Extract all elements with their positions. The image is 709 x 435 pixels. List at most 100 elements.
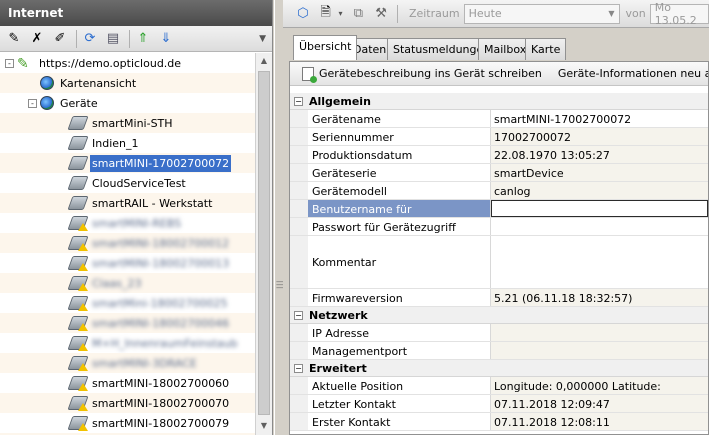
copy-icon[interactable]: ⧉ — [348, 5, 368, 23]
row-gutter — [290, 289, 308, 306]
collapse-toggle-icon[interactable]: − — [294, 363, 303, 373]
pane-splitter[interactable]: — — — — [274, 0, 284, 435]
tree-item[interactable]: smartMINI-18002700079 — [0, 413, 256, 433]
device-icon — [67, 196, 89, 210]
property-row: Gerätename smartMINI-17002700072 — [290, 110, 708, 128]
connect-icon[interactable]: ⬡ — [293, 5, 313, 23]
tree-item-label: M+H_InnenraumFeinstaub — [92, 336, 238, 350]
toolbar-divider — [129, 29, 130, 48]
tree-item-label: Claas_23 — [92, 276, 142, 290]
reload-info-label: Geräte-Informationen neu anf — [557, 67, 708, 80]
section-title: Allgemein — [309, 94, 371, 108]
write-description-button[interactable]: Gerätebeschreibung ins Gerät schreiben — [296, 64, 548, 84]
property-name: IP Adresse — [308, 324, 491, 341]
new-doc-dropdown-icon[interactable]: ▾ — [338, 9, 342, 18]
row-gutter — [290, 164, 308, 181]
export-icon[interactable]: ▤ — [103, 30, 123, 48]
tab-karte[interactable]: Karte — [525, 38, 567, 60]
remove-device-icon[interactable]: ✗ — [27, 30, 47, 48]
toolbar-overflow-icon[interactable]: ▼ — [259, 34, 266, 44]
tree-item-label: Kartenansicht — [60, 76, 137, 90]
property-row: Letzter Kontakt 07.11.2018 12:09:47 — [290, 395, 708, 413]
tree-item[interactable]: smartMINI-18002700060 — [0, 373, 256, 393]
property-value: 17002700072 — [491, 128, 708, 145]
toolbar-divider — [396, 4, 398, 23]
property-value[interactable] — [491, 218, 708, 235]
section-header[interactable]: − Netzwerk — [290, 307, 708, 324]
property-row: Geräteserie smartDevice — [290, 164, 708, 182]
row-gutter — [290, 342, 308, 359]
tree-item[interactable]: Indien_1 — [0, 133, 256, 153]
tree-item[interactable]: - ✎ https://demo.opticloud.de — [0, 53, 256, 73]
warning-icon — [78, 263, 88, 271]
property-value[interactable]: smartMINI-17002700072 — [491, 110, 708, 127]
tree-scrollbar[interactable]: ▲ ▼ — [255, 53, 272, 435]
collapse-toggle-icon[interactable]: − — [294, 310, 303, 320]
von-date-field[interactable]: Mo 13.05.2 — [649, 1, 709, 27]
tree-item-label: smartRAIL - Werkstatt — [92, 196, 213, 210]
collapse-toggle-icon[interactable]: - — [28, 98, 37, 108]
property-value: 07.11.2018 12:08:11 — [491, 413, 708, 430]
add-device-icon[interactable]: ✎ — [4, 30, 24, 48]
tree-item[interactable]: smartMINI-18002700046 — [0, 313, 256, 333]
edit-device-icon[interactable]: ✐ — [50, 30, 70, 48]
property-value — [491, 342, 708, 359]
tree-item[interactable]: smartMini-STH — [0, 113, 256, 133]
section-header[interactable]: − Allgemein — [290, 93, 708, 110]
tree-item[interactable]: smartMINI-18002700013 — [0, 253, 256, 273]
tree-item[interactable]: smartRAIL - Werkstatt — [0, 193, 256, 213]
property-value[interactable] — [491, 200, 708, 217]
property-value: Longitude: 0,000000 Latitude: 0,000000 — [491, 377, 708, 406]
new-doc-icon[interactable]: 🗎 — [316, 5, 336, 23]
zeitraum-label: Zeitraum — [408, 7, 460, 20]
warning-icon — [78, 303, 88, 311]
device-tree: - ✎ https://demo.opticloud.de Kartenansicht… — [0, 53, 256, 435]
tree-item-label: smartMINI-REBS — [92, 216, 182, 230]
tree-item-label: smartMINI-3DRACE — [92, 356, 197, 370]
write-description-label: Gerätebeschreibung ins Gerät schreiben — [319, 67, 542, 80]
tree-item[interactable]: M+H_InnenraumFeinstaub — [0, 333, 256, 353]
tree-item[interactable]: smartMini-18002700025 — [0, 293, 256, 313]
scroll-up-icon[interactable]: ▲ — [256, 53, 272, 70]
collapse-toggle-icon[interactable]: - — [5, 58, 14, 68]
property-name: Letzter Kontakt — [308, 395, 491, 412]
tree-item[interactable]: Kartenansicht — [0, 73, 256, 93]
reload-info-button[interactable]: Geräte-Informationen neu anf — [552, 64, 708, 84]
tree-item[interactable]: smartMINI-18002700012 — [0, 233, 256, 253]
warning-icon — [78, 283, 88, 291]
tree-item-label: smartMINI-17002700072 — [90, 154, 232, 172]
collapse-toggle-icon[interactable]: − — [294, 96, 303, 106]
tree-item[interactable]: Claas_23 — [0, 273, 256, 293]
row-gutter — [290, 413, 308, 430]
scroll-down-icon[interactable]: ▼ — [256, 418, 272, 435]
tree-item[interactable]: - Geräte — [0, 93, 256, 113]
tree-item[interactable]: CloudServiceTest — [0, 173, 256, 193]
zeitraum-select[interactable]: Heute ▼ — [463, 3, 620, 24]
warning-icon — [78, 423, 88, 431]
tools-icon[interactable]: ⚒ — [371, 5, 391, 23]
row-gutter — [290, 324, 308, 341]
tree-item[interactable]: smartMINI-REBS — [0, 213, 256, 233]
move-up-icon[interactable]: ⇑ — [133, 30, 153, 48]
tree-item-label: Indien_1 — [92, 136, 139, 150]
property-row: Firmwareversion 5.21 (06.11.18 18:32:57) — [290, 289, 708, 307]
tree-item[interactable]: smartMINI-17002700072 — [0, 153, 256, 173]
move-down-icon[interactable]: ⇓ — [156, 30, 176, 48]
tab-uebersicht[interactable]: Übersicht — [293, 35, 358, 60]
main-toolbar: ⬡ 🗎 ▾ ⧉ ⚒ Zeitraum Heute ▼ von Mo 13.05.… — [283, 0, 709, 28]
row-gutter — [290, 128, 308, 145]
scroll-thumb[interactable] — [258, 71, 270, 415]
warning-icon — [78, 323, 88, 331]
refresh-icon[interactable]: ⟳ — [80, 30, 100, 48]
property-value[interactable] — [491, 236, 708, 288]
property-value — [491, 324, 708, 341]
tree-item[interactable]: smartMINI-3DRACE — [0, 353, 256, 373]
section-header[interactable]: − Erweitert — [290, 360, 708, 377]
tree-item[interactable]: smartMINI-18002700070 — [0, 393, 256, 413]
tree-item-label: CloudServiceTest — [92, 176, 186, 190]
property-name: Kommentar — [308, 236, 491, 288]
property-row: Aktuelle Position Longitude: 0,000000 Lat… — [290, 377, 708, 406]
device-icon — [67, 156, 89, 170]
property-value: smartDevice — [491, 164, 708, 181]
property-name: Geräteserie — [308, 164, 491, 181]
